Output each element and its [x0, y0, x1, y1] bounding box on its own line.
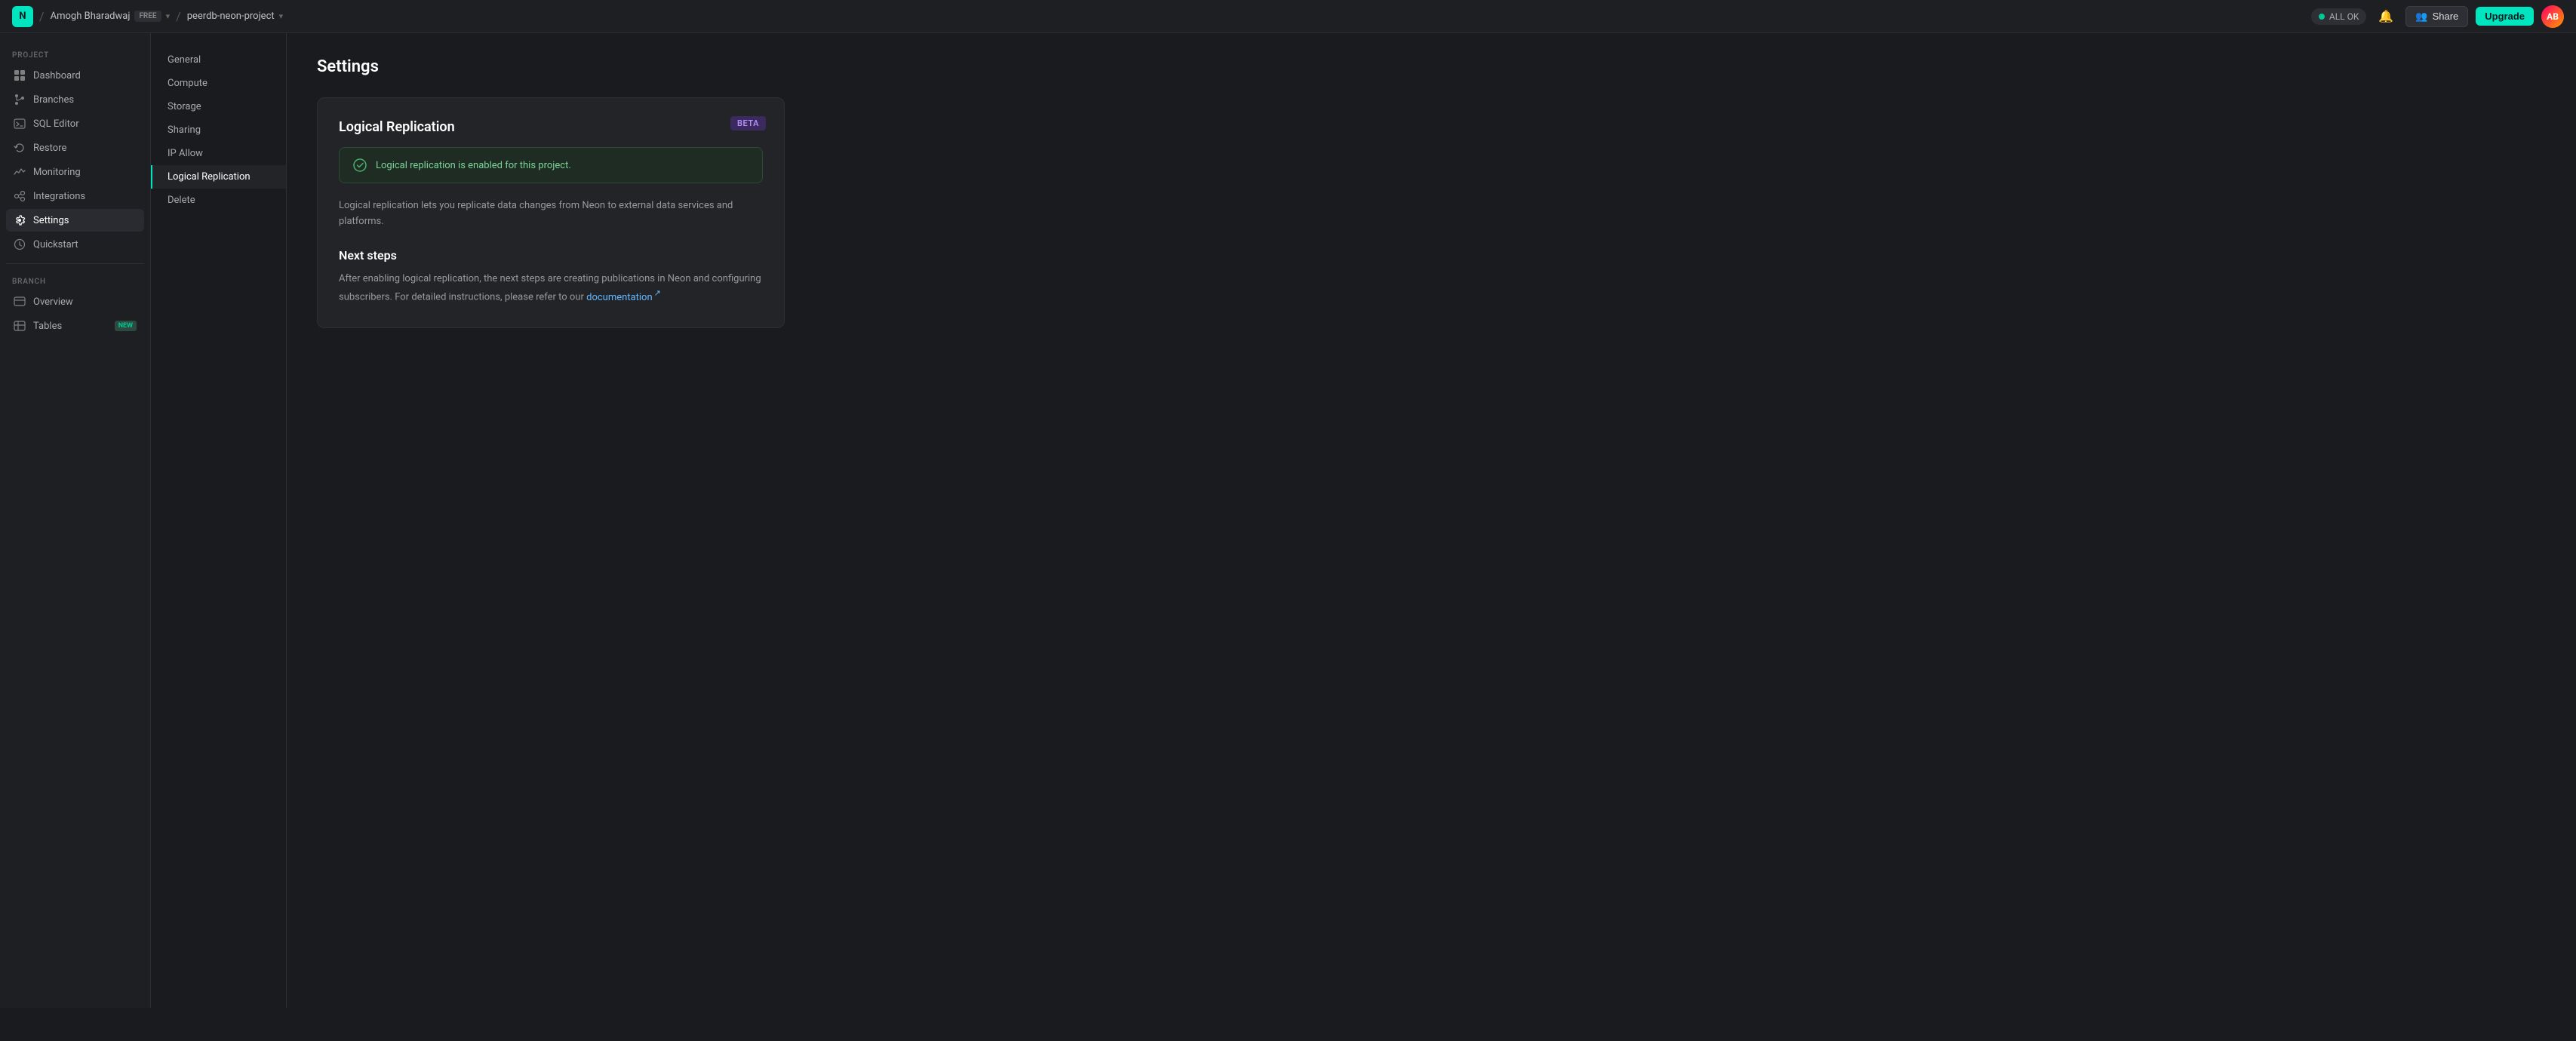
sidebar-item-settings[interactable]: Settings — [6, 209, 144, 232]
settings-nav-delete[interactable]: Delete — [151, 189, 286, 212]
restore-icon — [14, 142, 26, 154]
card-title: Logical Replication — [339, 119, 763, 135]
sidebar-restore-label: Restore — [33, 143, 66, 154]
status-dot-icon — [2319, 14, 2325, 20]
main-content: General Compute Storage Sharing IP Allow… — [151, 33, 2576, 1008]
success-message: Logical replication is enabled for this … — [376, 160, 571, 171]
tables-icon — [14, 320, 26, 332]
share-icon: 👥 — [2415, 11, 2427, 23]
sidebar-quickstart-label: Quickstart — [33, 239, 78, 250]
settings-nav: General Compute Storage Sharing IP Allow… — [151, 33, 287, 1008]
layout: PROJECT Dashboard B — [0, 33, 2576, 1008]
sidebar-item-quickstart[interactable]: Quickstart — [6, 233, 144, 256]
breadcrumb-project-label: peerdb-neon-project — [187, 11, 275, 22]
sidebar-item-overview[interactable]: Overview — [6, 290, 144, 313]
settings-icon — [14, 214, 26, 226]
sidebar-tables-label: Tables — [33, 321, 62, 332]
breadcrumb-separator-2: / — [176, 9, 181, 23]
external-link-icon: ↗ — [654, 288, 661, 298]
steps-description: After enabling logical replication, the … — [339, 272, 763, 306]
settings-nav-ip-allow[interactable]: IP Allow — [151, 142, 286, 165]
monitoring-icon — [14, 166, 26, 178]
quickstart-icon — [14, 238, 26, 250]
tables-new-badge: NEW — [115, 321, 137, 331]
branches-icon — [14, 94, 26, 106]
status-label: ALL OK — [2329, 11, 2359, 22]
description-text: Logical replication lets you replicate d… — [339, 198, 763, 230]
logical-replication-card: BETA Logical Replication Logical replica… — [317, 97, 785, 328]
breadcrumb-separator-1: / — [39, 9, 45, 23]
topbar-left: N / Amogh Bharadwaj FREE ▾ / peerdb-neon… — [12, 6, 283, 27]
sidebar-branches-label: Branches — [33, 94, 74, 106]
sidebar-item-integrations[interactable]: Integrations — [6, 185, 144, 207]
sidebar-integrations-label: Integrations — [33, 191, 85, 202]
status-indicator: ALL OK — [2311, 8, 2367, 25]
breadcrumb-user-label: Amogh Bharadwaj — [51, 11, 131, 22]
upgrade-button[interactable]: Upgrade — [2476, 7, 2534, 26]
page-title: Settings — [317, 57, 2546, 76]
breadcrumb-project[interactable]: peerdb-neon-project ▾ — [187, 11, 283, 22]
free-badge: FREE — [134, 11, 161, 22]
next-steps-title: Next steps — [339, 248, 763, 263]
settings-nav-compute[interactable]: Compute — [151, 72, 286, 95]
sidebar-item-branches[interactable]: Branches — [6, 88, 144, 111]
sidebar-divider — [6, 263, 144, 264]
sidebar-monitoring-label: Monitoring — [33, 167, 81, 178]
sidebar-sql-editor-label: SQL Editor — [33, 118, 79, 130]
settings-nav-general[interactable]: General — [151, 48, 286, 72]
documentation-link[interactable]: documentation↗ — [586, 292, 661, 303]
sidebar-item-sql-editor[interactable]: SQL Editor — [6, 112, 144, 135]
sidebar-dashboard-label: Dashboard — [33, 70, 81, 81]
sidebar-item-dashboard[interactable]: Dashboard — [6, 64, 144, 87]
topbar: N / Amogh Bharadwaj FREE ▾ / peerdb-neon… — [0, 0, 2576, 33]
integrations-icon — [14, 190, 26, 202]
notifications-button[interactable]: 🔔 — [2374, 5, 2398, 29]
sidebar-item-restore[interactable]: Restore — [6, 137, 144, 159]
logo-icon[interactable]: N — [12, 6, 33, 27]
settings-nav-logical-replication[interactable]: Logical Replication — [151, 165, 286, 189]
share-button[interactable]: 👥 Share — [2405, 6, 2468, 27]
sidebar-item-monitoring[interactable]: Monitoring — [6, 161, 144, 183]
sidebar-overview-label: Overview — [33, 296, 73, 308]
content-area: Settings BETA Logical Replication Logica… — [287, 33, 2576, 1008]
chevron-down-icon: ▾ — [166, 11, 171, 21]
beta-badge: BETA — [730, 116, 766, 131]
avatar[interactable]: AB — [2541, 5, 2564, 28]
topbar-right: ALL OK 🔔 👥 Share Upgrade AB — [2311, 5, 2564, 29]
success-alert: Logical replication is enabled for this … — [339, 147, 763, 183]
settings-nav-sharing[interactable]: Sharing — [151, 118, 286, 142]
sql-editor-icon — [14, 118, 26, 130]
sidebar: PROJECT Dashboard B — [0, 33, 151, 1008]
share-label: Share — [2433, 11, 2459, 22]
dashboard-icon — [14, 69, 26, 81]
branch-section-label: BRANCH — [6, 272, 144, 289]
breadcrumb-user[interactable]: Amogh Bharadwaj FREE ▾ — [51, 11, 171, 22]
settings-nav-storage[interactable]: Storage — [151, 95, 286, 118]
sidebar-settings-label: Settings — [33, 215, 69, 226]
check-circle-icon — [353, 158, 367, 172]
sidebar-item-tables[interactable]: Tables NEW — [6, 315, 144, 337]
overview-icon — [14, 296, 26, 308]
project-chevron-icon: ▾ — [279, 11, 284, 21]
project-section-label: PROJECT — [6, 45, 144, 63]
